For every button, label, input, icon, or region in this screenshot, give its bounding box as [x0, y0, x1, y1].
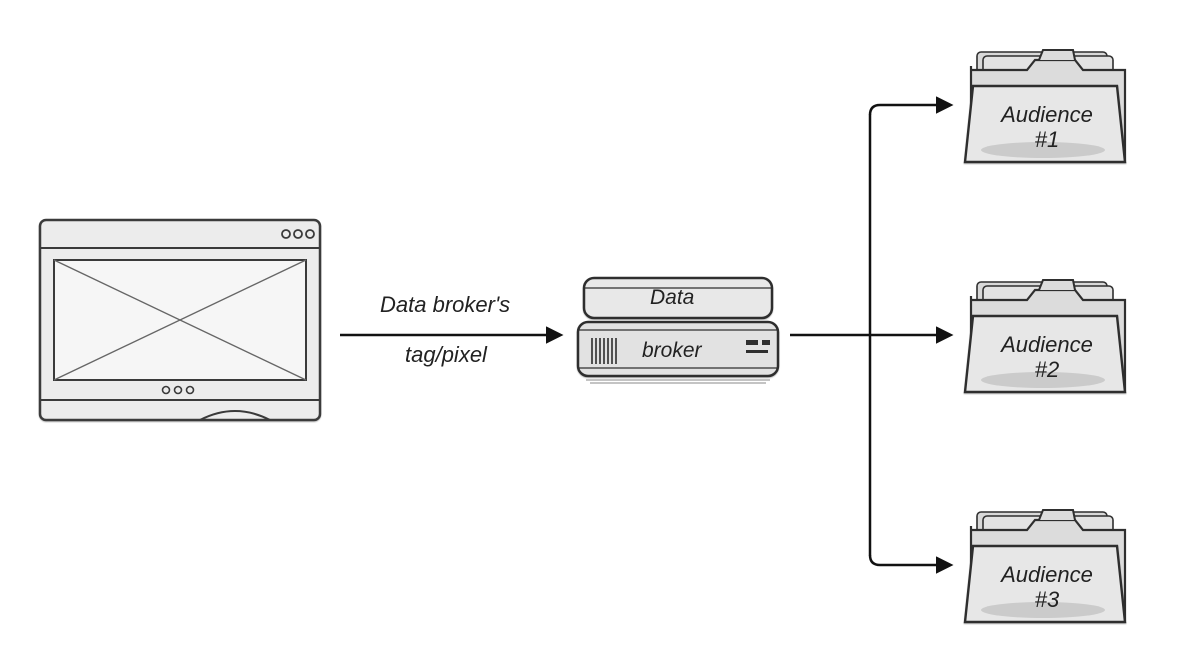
folder-3-label-line1: Audience: [1001, 562, 1093, 587]
folder-1-label-line1: Audience: [1001, 102, 1093, 127]
arrow-server-to-folders: [790, 105, 950, 565]
browser-window-icon: [40, 220, 320, 420]
arrow-label-line1: Data broker's: [380, 290, 510, 321]
folder-1-label-line2: #1: [1035, 127, 1059, 152]
folder-1-label: Audience #1: [977, 102, 1117, 153]
folder-3-label-line2: #3: [1035, 587, 1059, 612]
arrow-label-line2: tag/pixel: [405, 340, 487, 371]
folder-2-label: Audience #2: [977, 332, 1117, 383]
folder-2-label-line1: Audience: [1001, 332, 1093, 357]
diagram-canvas: Data broker's tag/pixel Data broker Audi…: [0, 0, 1200, 670]
folder-2-label-line2: #2: [1035, 357, 1059, 382]
server-label-top: Data: [650, 283, 694, 312]
folder-3-label: Audience #3: [977, 562, 1117, 613]
server-label-bottom: broker: [642, 336, 702, 365]
